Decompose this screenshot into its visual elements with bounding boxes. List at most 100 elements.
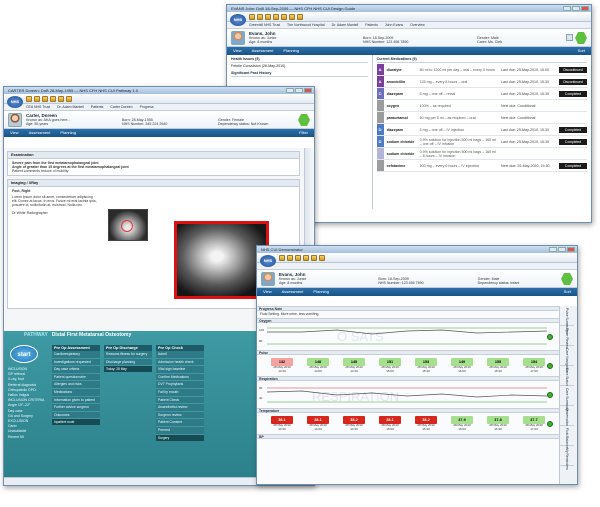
nav-planning[interactable]: Planning	[283, 47, 299, 55]
temperature-tile[interactable]: 37.7 28 May 2010 17:00	[523, 416, 545, 431]
maximize-icon[interactable]	[295, 88, 303, 93]
close-icon[interactable]	[567, 247, 575, 252]
pathway-stage-item[interactable]: Reasons fitness for surgery	[104, 351, 152, 359]
crumb[interactable]: The Northwood Hospital	[287, 23, 325, 27]
pulse-tile[interactable]: 145 28 May 2010 14:30	[343, 358, 365, 373]
temperature-tile[interactable]: 38.1 28 May 2010 14:00	[307, 416, 329, 431]
close-icon[interactable]	[304, 88, 312, 93]
medication-row[interactable]: paracetamol 60 mg per 5 ml – as required …	[376, 112, 587, 124]
pulse-tile[interactable]: 154 28 May 2010 17:00	[523, 358, 545, 373]
oxygen-status-icon[interactable]	[547, 334, 553, 340]
pathway-stage-item[interactable]: Fall by mouth	[156, 388, 204, 397]
crumb[interactable]: John Evans	[385, 23, 403, 27]
nav-view[interactable]: View	[233, 47, 242, 55]
pathway-stage-item[interactable]: Investigations requested	[52, 358, 100, 367]
maximize-icon[interactable]	[558, 247, 566, 252]
pulse-tile[interactable]: 153 28 May 2010 15:30	[415, 358, 437, 373]
medication-row[interactable]: Adiuralyte 80 ml to 1200 ml per day – ora…	[376, 64, 587, 76]
pathway-stage-item[interactable]: Information given to patient	[52, 396, 100, 405]
home-icon[interactable]	[42, 95, 48, 102]
pathway-stage-item[interactable]: Cardiorespiratory	[52, 351, 100, 359]
home-icon[interactable]	[295, 254, 301, 261]
nav-view[interactable]: View	[10, 129, 19, 137]
nav-filter[interactable]: Filter	[299, 129, 314, 137]
pathway-stage-item[interactable]: Premed	[156, 426, 204, 435]
pathway-stage-item[interactable]: Medications	[52, 388, 100, 397]
temperature-tile[interactable]: 37.9 28 May 2010 16:00	[451, 416, 473, 431]
folder-icon[interactable]	[303, 254, 309, 261]
side-tab[interactable]: Fluid Balance	[560, 426, 574, 449]
crumb[interactable]: Patients	[91, 105, 104, 109]
pathway-stage-item[interactable]: DVT Prophylaxis	[156, 381, 204, 389]
side-tab[interactable]: Observation	[560, 406, 574, 426]
minimize-icon[interactable]	[286, 88, 294, 93]
xray-enlarged-image[interactable]	[174, 221, 269, 299]
crumb[interactable]: Greenhill NHS Trust	[249, 23, 280, 27]
respiration-status-icon[interactable]	[547, 392, 553, 398]
home-icon[interactable]	[265, 13, 271, 20]
pathway-stage-item[interactable]: Admission health check	[156, 358, 204, 367]
nav-sort[interactable]: Sort	[578, 47, 591, 55]
medication-row[interactable]: Aamoxicillin 125 mg – every 8 hours – ora…	[376, 76, 587, 88]
pathway-stage-item[interactable]: Patient Check	[156, 396, 204, 405]
nav-view[interactable]: View	[263, 288, 272, 296]
temperature-tile[interactable]: 38.2 28 May 2010 14:30	[343, 416, 365, 431]
pathway-stage-item[interactable]: Day case criteria	[52, 366, 100, 374]
pathway-stage-item[interactable]: Anaesthetist review	[156, 404, 204, 412]
pulse-tile[interactable]: 155 28 May 2010 16:30	[487, 358, 509, 373]
pathway-stage-item[interactable]: Allergies and risks	[52, 381, 100, 389]
examination-header[interactable]: Examination	[8, 152, 299, 159]
respiration-header[interactable]: Respiration	[257, 376, 559, 381]
forward-icon[interactable]	[34, 95, 40, 102]
medication-row[interactable]: cefotaxime 500 mg – every 6 hours – IV in…	[376, 160, 587, 172]
minimize-icon[interactable]	[549, 247, 557, 252]
back-icon[interactable]	[279, 254, 285, 261]
print-icon[interactable]	[281, 13, 287, 20]
forward-icon[interactable]	[257, 13, 263, 20]
imaging-header[interactable]: Imaging / XRay	[8, 180, 299, 187]
back-icon[interactable]	[26, 95, 32, 102]
temperature-header[interactable]: Temperature	[257, 408, 559, 413]
nav-planning[interactable]: Planning	[313, 288, 329, 296]
minimize-icon[interactable]	[563, 6, 571, 11]
pulse-tile[interactable]: 149 28 May 2010 16:00	[451, 358, 473, 373]
medication-row[interactable]: Dsodium chloride 0.9% solution for inject…	[376, 136, 587, 148]
temperature-tile[interactable]: 37.8 28 May 2010 16:30	[487, 416, 509, 431]
medication-row[interactable]: sodium chloride 0.9% solution for injecti…	[376, 148, 587, 160]
pathway-stage-item[interactable]: Vital sign baseline	[156, 366, 204, 374]
medications-header[interactable]: Current Medications (9)	[376, 57, 587, 63]
forward-icon[interactable]	[287, 254, 293, 261]
nav-assessment[interactable]: Assessment	[29, 129, 51, 137]
medication-row[interactable]: oxygen 100% – as required Next due: Condit…	[376, 100, 587, 112]
xray-thumbnail[interactable]	[108, 209, 148, 241]
pathway-stage-item[interactable]: Patient Consent	[156, 419, 204, 427]
pathway-stage-item[interactable]: Surgeon review	[156, 411, 204, 420]
back-icon[interactable]	[249, 13, 255, 20]
crumb[interactable]: Dr. Adam Mantell	[332, 23, 359, 27]
health-issues-header[interactable]: Health Issues (5)	[231, 57, 368, 63]
pathway-stage-item[interactable]: Discharge planning	[104, 358, 152, 367]
close-icon[interactable]	[581, 6, 589, 11]
bp-header[interactable]: BP	[257, 434, 559, 439]
progress-note-header[interactable]: Progress Note	[257, 306, 559, 311]
nav-assessment[interactable]: Assessment	[282, 288, 304, 296]
folder-icon[interactable]	[50, 95, 56, 102]
pathway-stage-item[interactable]: Outcomes	[52, 411, 100, 420]
pathway-stage-item[interactable]: Further advice surgeon	[52, 404, 100, 412]
temperature-status-icon[interactable]	[547, 421, 553, 427]
history-header[interactable]: Significant Past History	[231, 71, 368, 77]
nav-assessment[interactable]: Assessment	[252, 47, 274, 55]
health-issue-item[interactable]: Febrile Convulsion (26-May-2010)	[231, 64, 368, 68]
crumb[interactable]: Dr. Adam Mantell	[57, 105, 84, 109]
w1-titlebar[interactable]: EVANS John: DoB 18-Sep-2009 — NHS CFH NH…	[227, 5, 591, 12]
crumb[interactable]: Carter Doreen	[110, 105, 132, 109]
temperature-tile[interactable]: 38.2 28 May 2010 15:30	[415, 416, 437, 431]
side-tab[interactable]: Care Summary	[560, 386, 574, 411]
pulse-tile[interactable]: 148 28 May 2010 14:00	[307, 358, 329, 373]
w3-titlebar[interactable]: NHS CUI Demonstrator	[257, 246, 577, 253]
crumb[interactable]: CEA NHS Trust	[26, 105, 50, 109]
help-icon[interactable]	[297, 13, 303, 20]
maximize-icon[interactable]	[572, 6, 580, 11]
pulse-tile[interactable]: 132 28 May 2010 13:30	[271, 358, 293, 373]
medication-row[interactable]: Cdiazepam 5 mg – one off – rectal Last due…	[376, 88, 587, 100]
